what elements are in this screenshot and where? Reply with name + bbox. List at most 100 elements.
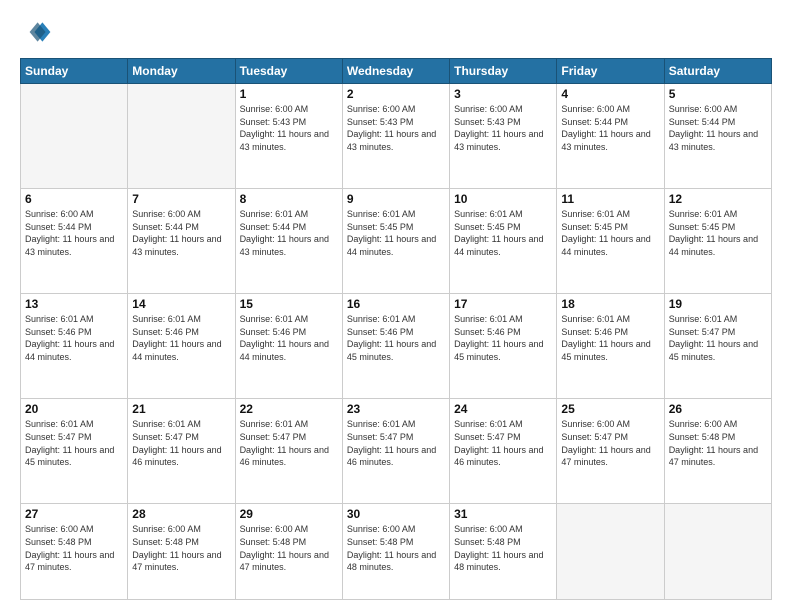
calendar-cell-5-3: 29 Sunrise: 6:00 AMSunset: 5:48 PMDayligh…	[235, 504, 342, 600]
calendar-cell-5-2: 28 Sunrise: 6:00 AMSunset: 5:48 PMDayligh…	[128, 504, 235, 600]
day-info: Sunrise: 6:01 AMSunset: 5:45 PMDaylight:…	[454, 208, 552, 258]
day-info: Sunrise: 6:00 AMSunset: 5:44 PMDaylight:…	[669, 103, 767, 153]
day-info: Sunrise: 6:01 AMSunset: 5:46 PMDaylight:…	[347, 313, 445, 363]
calendar-cell-3-1: 13 Sunrise: 6:01 AMSunset: 5:46 PMDayligh…	[21, 294, 128, 399]
calendar-week-1: 1Sunrise: 6:00 AMSunset: 5:43 PMDaylight…	[21, 84, 772, 189]
day-number: 16	[347, 297, 445, 311]
day-info: Sunrise: 6:00 AMSunset: 5:43 PMDaylight:…	[347, 103, 445, 153]
day-number: 3	[454, 87, 552, 101]
page: SundayMondayTuesdayWednesdayThursdayFrid…	[0, 0, 792, 612]
day-info: Sunrise: 6:00 AMSunset: 5:48 PMDaylight:…	[454, 523, 552, 573]
calendar-cell-3-4: 16 Sunrise: 6:01 AMSunset: 5:46 PMDayligh…	[342, 294, 449, 399]
day-info: Sunrise: 6:00 AMSunset: 5:48 PMDaylight:…	[132, 523, 230, 573]
day-info: Sunrise: 6:00 AMSunset: 5:43 PMDaylight:…	[454, 103, 552, 153]
calendar-cell-3-2: 14 Sunrise: 6:01 AMSunset: 5:46 PMDayligh…	[128, 294, 235, 399]
day-info: Sunrise: 6:01 AMSunset: 5:45 PMDaylight:…	[347, 208, 445, 258]
day-info: Sunrise: 6:00 AMSunset: 5:44 PMDaylight:…	[561, 103, 659, 153]
day-number: 7	[132, 192, 230, 206]
calendar-cell-2-7: 12Sunrise: 6:01 AMSunset: 5:45 PMDayligh…	[664, 189, 771, 294]
calendar-week-2: 6 Sunrise: 6:00 AMSunset: 5:44 PMDaylight…	[21, 189, 772, 294]
day-number: 21	[132, 402, 230, 416]
weekday-header-thursday: Thursday	[450, 59, 557, 84]
calendar-cell-3-6: 18Sunrise: 6:01 AMSunset: 5:46 PMDayligh…	[557, 294, 664, 399]
day-number: 4	[561, 87, 659, 101]
calendar-week-3: 13 Sunrise: 6:01 AMSunset: 5:46 PMDayligh…	[21, 294, 772, 399]
day-info: Sunrise: 6:00 AMSunset: 5:44 PMDaylight:…	[25, 208, 123, 258]
day-info: Sunrise: 6:01 AMSunset: 5:46 PMDaylight:…	[25, 313, 123, 363]
day-info: Sunrise: 6:01 AMSunset: 5:47 PMDaylight:…	[347, 418, 445, 468]
day-info: Sunrise: 6:01 AMSunset: 5:47 PMDaylight:…	[132, 418, 230, 468]
calendar-cell-3-3: 15Sunrise: 6:01 AMSunset: 5:46 PMDayligh…	[235, 294, 342, 399]
calendar-week-5: 27 Sunrise: 6:00 AMSunset: 5:48 PMDayligh…	[21, 504, 772, 600]
weekday-header-tuesday: Tuesday	[235, 59, 342, 84]
day-info: Sunrise: 6:01 AMSunset: 5:46 PMDaylight:…	[132, 313, 230, 363]
day-number: 20	[25, 402, 123, 416]
day-number: 26	[669, 402, 767, 416]
day-number: 9	[347, 192, 445, 206]
calendar-cell-2-6: 11 Sunrise: 6:01 AMSunset: 5:45 PMDayligh…	[557, 189, 664, 294]
day-number: 13	[25, 297, 123, 311]
day-number: 22	[240, 402, 338, 416]
calendar-cell-1-3: 1Sunrise: 6:00 AMSunset: 5:43 PMDaylight…	[235, 84, 342, 189]
day-number: 17	[454, 297, 552, 311]
calendar-week-4: 20 Sunrise: 6:01 AMSunset: 5:47 PMDayligh…	[21, 399, 772, 504]
calendar-cell-4-6: 25 Sunrise: 6:00 AMSunset: 5:47 PMDayligh…	[557, 399, 664, 504]
calendar-cell-2-4: 9 Sunrise: 6:01 AMSunset: 5:45 PMDaylight…	[342, 189, 449, 294]
day-number: 11	[561, 192, 659, 206]
day-number: 25	[561, 402, 659, 416]
calendar-cell-4-3: 22 Sunrise: 6:01 AMSunset: 5:47 PMDayligh…	[235, 399, 342, 504]
day-number: 29	[240, 507, 338, 521]
day-number: 28	[132, 507, 230, 521]
day-number: 5	[669, 87, 767, 101]
day-info: Sunrise: 6:01 AMSunset: 5:47 PMDaylight:…	[240, 418, 338, 468]
day-number: 24	[454, 402, 552, 416]
calendar-cell-2-3: 8 Sunrise: 6:01 AMSunset: 5:44 PMDaylight…	[235, 189, 342, 294]
header	[20, 16, 772, 48]
weekday-header-sunday: Sunday	[21, 59, 128, 84]
calendar-cell-4-1: 20 Sunrise: 6:01 AMSunset: 5:47 PMDayligh…	[21, 399, 128, 504]
day-number: 27	[25, 507, 123, 521]
calendar-table: SundayMondayTuesdayWednesdayThursdayFrid…	[20, 58, 772, 600]
calendar-cell-4-2: 21 Sunrise: 6:01 AMSunset: 5:47 PMDayligh…	[128, 399, 235, 504]
weekday-header-monday: Monday	[128, 59, 235, 84]
weekday-header-saturday: Saturday	[664, 59, 771, 84]
day-number: 19	[669, 297, 767, 311]
calendar-cell-4-7: 26 Sunrise: 6:00 AMSunset: 5:48 PMDayligh…	[664, 399, 771, 504]
calendar-cell-2-1: 6 Sunrise: 6:00 AMSunset: 5:44 PMDaylight…	[21, 189, 128, 294]
day-number: 23	[347, 402, 445, 416]
calendar-cell-2-5: 10 Sunrise: 6:01 AMSunset: 5:45 PMDayligh…	[450, 189, 557, 294]
day-number: 8	[240, 192, 338, 206]
calendar-cell-1-2	[128, 84, 235, 189]
day-info: Sunrise: 6:00 AMSunset: 5:48 PMDaylight:…	[240, 523, 338, 573]
calendar-cell-3-7: 19 Sunrise: 6:01 AMSunset: 5:47 PMDayligh…	[664, 294, 771, 399]
day-number: 14	[132, 297, 230, 311]
day-info: Sunrise: 6:01 AMSunset: 5:46 PMDaylight:…	[240, 313, 338, 363]
calendar-cell-5-7	[664, 504, 771, 600]
calendar-cell-5-6	[557, 504, 664, 600]
calendar-cell-2-2: 7 Sunrise: 6:00 AMSunset: 5:44 PMDaylight…	[128, 189, 235, 294]
day-info: Sunrise: 6:01 AMSunset: 5:45 PMDaylight:…	[561, 208, 659, 258]
calendar-cell-4-5: 24Sunrise: 6:01 AMSunset: 5:47 PMDayligh…	[450, 399, 557, 504]
day-number: 10	[454, 192, 552, 206]
day-number: 30	[347, 507, 445, 521]
calendar-cell-5-5: 31 Sunrise: 6:00 AMSunset: 5:48 PMDayligh…	[450, 504, 557, 600]
day-info: Sunrise: 6:01 AMSunset: 5:46 PMDaylight:…	[561, 313, 659, 363]
day-info: Sunrise: 6:00 AMSunset: 5:47 PMDaylight:…	[561, 418, 659, 468]
day-info: Sunrise: 6:00 AMSunset: 5:43 PMDaylight:…	[240, 103, 338, 153]
day-info: Sunrise: 6:01 AMSunset: 5:47 PMDaylight:…	[25, 418, 123, 468]
day-number: 6	[25, 192, 123, 206]
calendar-cell-1-7: 5 Sunrise: 6:00 AMSunset: 5:44 PMDaylight…	[664, 84, 771, 189]
calendar-header-row: SundayMondayTuesdayWednesdayThursdayFrid…	[21, 59, 772, 84]
calendar-cell-1-1	[21, 84, 128, 189]
logo	[20, 16, 56, 48]
day-number: 2	[347, 87, 445, 101]
day-info: Sunrise: 6:00 AMSunset: 5:48 PMDaylight:…	[669, 418, 767, 468]
weekday-header-friday: Friday	[557, 59, 664, 84]
day-info: Sunrise: 6:00 AMSunset: 5:44 PMDaylight:…	[132, 208, 230, 258]
calendar-cell-1-4: 2 Sunrise: 6:00 AMSunset: 5:43 PMDaylight…	[342, 84, 449, 189]
logo-icon	[20, 16, 52, 48]
day-info: Sunrise: 6:01 AMSunset: 5:44 PMDaylight:…	[240, 208, 338, 258]
day-number: 31	[454, 507, 552, 521]
day-info: Sunrise: 6:01 AMSunset: 5:47 PMDaylight:…	[669, 313, 767, 363]
calendar-cell-5-4: 30Sunrise: 6:00 AMSunset: 5:48 PMDayligh…	[342, 504, 449, 600]
